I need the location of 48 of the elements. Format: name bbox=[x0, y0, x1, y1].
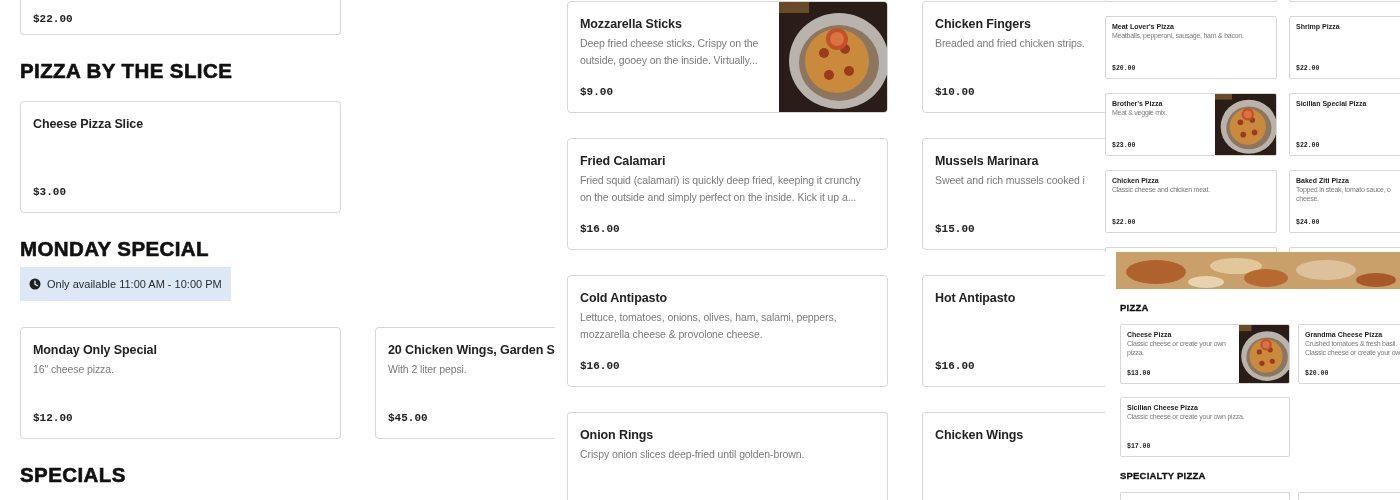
item-description: Sweet and rich mussels cooked i bbox=[935, 173, 1085, 188]
section-heading: MONDAY SPECIAL bbox=[20, 236, 209, 262]
item-price: $10.00 bbox=[935, 85, 975, 99]
section-heading: PIZZA bbox=[1120, 302, 1149, 314]
item-description: With 2 liter pepsi. bbox=[388, 362, 467, 377]
section-heading: SPECIALTY PIZZA bbox=[1120, 470, 1206, 482]
item-price: $3.00 bbox=[33, 185, 66, 199]
item-name: Mussels Marinara bbox=[935, 153, 1039, 170]
item-price: $15.00 bbox=[935, 222, 975, 236]
item-name: Chicken Fingers bbox=[935, 16, 1031, 33]
item-name: Hot Antipasto bbox=[935, 290, 1016, 307]
menu-card[interactable]: Hot Antipasto $16.00 bbox=[922, 275, 1105, 387]
menu-card[interactable]: Fried Calamari Fried squid (calamari) is quickly deep fried, keeping it crunchy on the outside and simply perfect on the inside. Kick it up a... $16.00 bbox=[567, 138, 888, 250]
item-description: Lettuce, tomatoes, onions, olives, ham, salami, peppers, mozzarella cheese & provolone cheese. bbox=[580, 310, 838, 342]
item-price: $22.00 bbox=[33, 12, 73, 26]
menu-card[interactable]: $22.00 bbox=[20, 0, 341, 35]
section-heading: SPECIALS bbox=[20, 462, 126, 488]
item-price: $9.00 bbox=[580, 85, 613, 99]
item-name: Monday Only Special bbox=[33, 342, 157, 359]
item-name: Onion Rings bbox=[580, 427, 654, 444]
item-price: $12.00 bbox=[33, 411, 73, 425]
item-price: $16.00 bbox=[580, 222, 620, 236]
item-name: Cheese Pizza Slice bbox=[33, 116, 144, 133]
item-description: 16" cheese pizza. bbox=[33, 362, 114, 377]
menu-card[interactable]: Cold Antipasto Lettuce, tomatoes, onions, olives, ham, salami, peppers, mozzarella cheese & provolone cheese. $16.00 bbox=[567, 275, 888, 387]
item-description: Fried squid (calamari) is quickly deep fried, keeping it crunchy on the outside and simply perfect on the inside. Kick it up a... bbox=[580, 173, 862, 205]
item-price: $16.00 bbox=[935, 359, 975, 373]
item-name: Mozzarella Sticks bbox=[580, 16, 682, 33]
item-name: Cold Antipasto bbox=[580, 290, 668, 307]
item-description: Breaded and fried chicken strips. bbox=[935, 36, 1085, 51]
item-price: $45.00 bbox=[388, 411, 428, 425]
menu-card[interactable]: 20 Chicken Wings, Garden S With 2 liter pepsi. $45.00 bbox=[375, 327, 555, 439]
menu-card[interactable]: Mussels Marinara Sweet and rich mussels cooked i $15.00 bbox=[922, 138, 1105, 250]
item-description: Deep fried cheese sticks. Crispy on the outside, gooey on the inside. Virtually... bbox=[580, 36, 760, 68]
item-description: Crispy onion slices deep-fried until golden-brown. bbox=[580, 447, 805, 462]
availability-text: Only available 11:00 AM - 10:00 PM bbox=[47, 276, 222, 292]
clock-icon bbox=[29, 278, 41, 290]
menu-card[interactable]: Mozzarella Sticks Deep fried cheese sticks. Crispy on the outside, gooey on the inside. Virtually... $9.00 bbox=[567, 1, 888, 113]
menu-card[interactable]: Monday Only Special 16" cheese pizza. $12.00 bbox=[20, 327, 341, 439]
item-name: 20 Chicken Wings, Garden S bbox=[388, 342, 555, 359]
menu-card[interactable]: Cheese Pizza Slice $3.00 bbox=[20, 101, 341, 213]
item-name: Fried Calamari bbox=[580, 153, 666, 170]
section-heading: PIZZA BY THE SLICE bbox=[20, 58, 233, 84]
item-price: $16.00 bbox=[580, 359, 620, 373]
menu-card[interactable]: Chicken Fingers Breaded and fried chicken strips. $10.00 bbox=[922, 1, 1105, 113]
menu-card[interactable]: Onion Rings Crispy onion slices deep-fried until golden-brown. bbox=[567, 412, 888, 500]
item-name: Chicken Wings bbox=[935, 427, 1024, 444]
menu-card[interactable]: Chicken Wings bbox=[922, 412, 1105, 500]
